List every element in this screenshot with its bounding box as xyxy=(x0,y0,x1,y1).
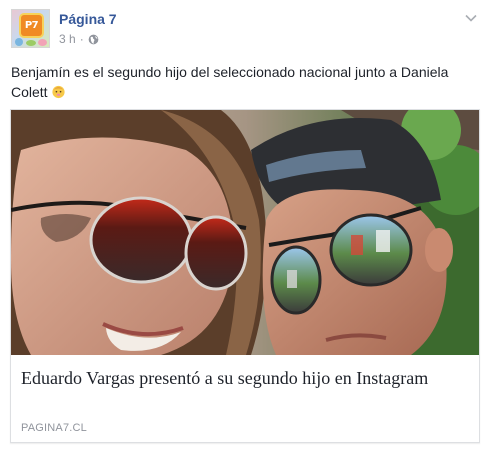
avatar-decoration xyxy=(15,38,23,46)
page-name-link[interactable]: Página 7 xyxy=(59,11,117,27)
page-avatar[interactable]: P7 xyxy=(11,9,50,48)
link-preview-body[interactable]: Eduardo Vargas presentó a su segundo hij… xyxy=(11,355,479,442)
post-message-text: Benjamín es el segundo hijo del seleccio… xyxy=(11,64,449,100)
selfie-photo xyxy=(11,110,479,355)
meta-separator: · xyxy=(79,32,84,46)
link-preview-card[interactable]: Eduardo Vargas presentó a su segundo hij… xyxy=(10,109,480,443)
link-preview-title[interactable]: Eduardo Vargas presentó a su segundo hij… xyxy=(21,367,469,389)
avatar-decoration xyxy=(26,40,36,46)
post-header: P7 Página 7 3 h · xyxy=(11,9,481,49)
link-preview-image[interactable] xyxy=(11,110,479,355)
avatar-decoration xyxy=(38,39,47,46)
globe-icon[interactable] xyxy=(88,34,99,45)
post-meta: 3 h · xyxy=(59,32,99,46)
post-timestamp[interactable]: 3 h xyxy=(59,32,76,46)
page-logo: P7 xyxy=(21,15,42,36)
post-message: Benjamín es el segundo hijo del seleccio… xyxy=(11,62,481,102)
link-preview-domain: PAGINA7.CL xyxy=(21,422,87,434)
baby-emoji xyxy=(51,85,65,99)
chevron-down-icon[interactable] xyxy=(464,13,478,23)
facebook-post: P7 Página 7 3 h · Benjamín es el segundo… xyxy=(0,0,491,456)
